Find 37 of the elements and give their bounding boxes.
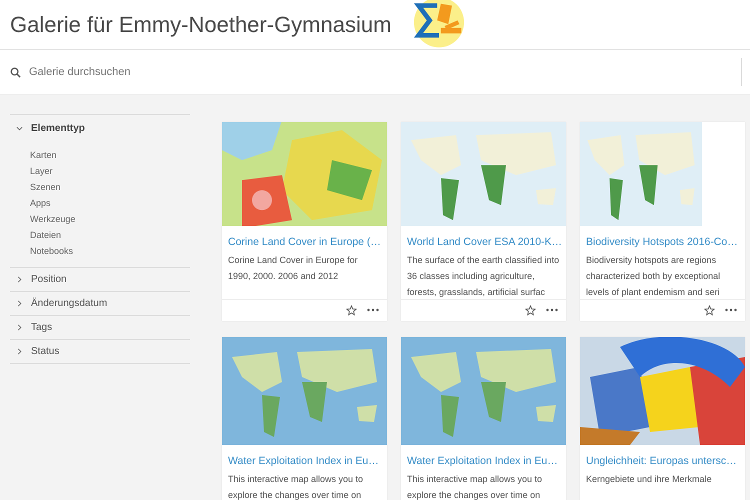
chevron-icon: [16, 276, 23, 283]
item-description: This interactive map allows you to explore the changes over time on: [406, 473, 544, 500]
filter-option[interactable]: Werkzeuge: [30, 211, 76, 227]
filter-option[interactable]: Szenen: [30, 179, 61, 195]
item-title[interactable]: Biodiversity Hotspots 2016-Co…: [580, 226, 745, 250]
gallery-title: Galerie für Emmy-Noether-Gymnasium: [10, 12, 392, 38]
filter-header[interactable]: Änderungsdatum: [10, 292, 190, 315]
filter-header[interactable]: Elementtyp: [10, 115, 190, 141]
item-title[interactable]: Water Exploitation Index in Eu…: [401, 445, 566, 468]
item-description: This interactive map allows you to explore the changes over time on: [227, 473, 364, 500]
item-description: Kerngebiete und ihre Merkmale: [585, 473, 713, 486]
item-title[interactable]: Ungleichheit: Europas untersc…: [580, 445, 745, 468]
filter-header[interactable]: Position: [10, 268, 190, 291]
chevron-icon: [16, 124, 23, 132]
filter-option[interactable]: Apps: [30, 195, 51, 211]
chevron-icon: [16, 324, 23, 331]
filter-option[interactable]: Notebooks: [30, 243, 74, 259]
item-title[interactable]: Corine Land Cover in Europe (…: [222, 226, 387, 250]
star-icon[interactable]: [704, 304, 715, 316]
filter-header[interactable]: Tags: [10, 316, 190, 339]
search-icon: [10, 66, 21, 78]
star-icon[interactable]: [346, 304, 357, 316]
more-icon[interactable]: [546, 308, 558, 312]
filter-option[interactable]: Dateien: [30, 227, 62, 243]
filter-header[interactable]: Status: [10, 340, 190, 363]
item-title[interactable]: Water Exploitation Index in Eu…: [222, 445, 387, 468]
chevron-icon: [16, 300, 23, 307]
chevron-icon: [16, 348, 23, 355]
item-description: The surface of the earth classified into 36 classes including agriculture, forests, grasslands, artificial surfac: [406, 254, 560, 299]
item-description: Corine Land Cover in Europe for 1990, 2000. 2006 and 2012: [227, 254, 359, 284]
more-icon[interactable]: [725, 308, 737, 312]
star-icon[interactable]: [525, 304, 536, 316]
item-description: Biodiversity hotspots are regions characterized both by exceptional levels of plant endemism and seri: [585, 254, 722, 299]
more-icon[interactable]: [367, 308, 379, 312]
item-title[interactable]: World Land Cover ESA 2010-K…: [401, 226, 566, 250]
filter-option[interactable]: Layer: [30, 163, 53, 179]
filter-option[interactable]: Karten: [30, 147, 57, 163]
